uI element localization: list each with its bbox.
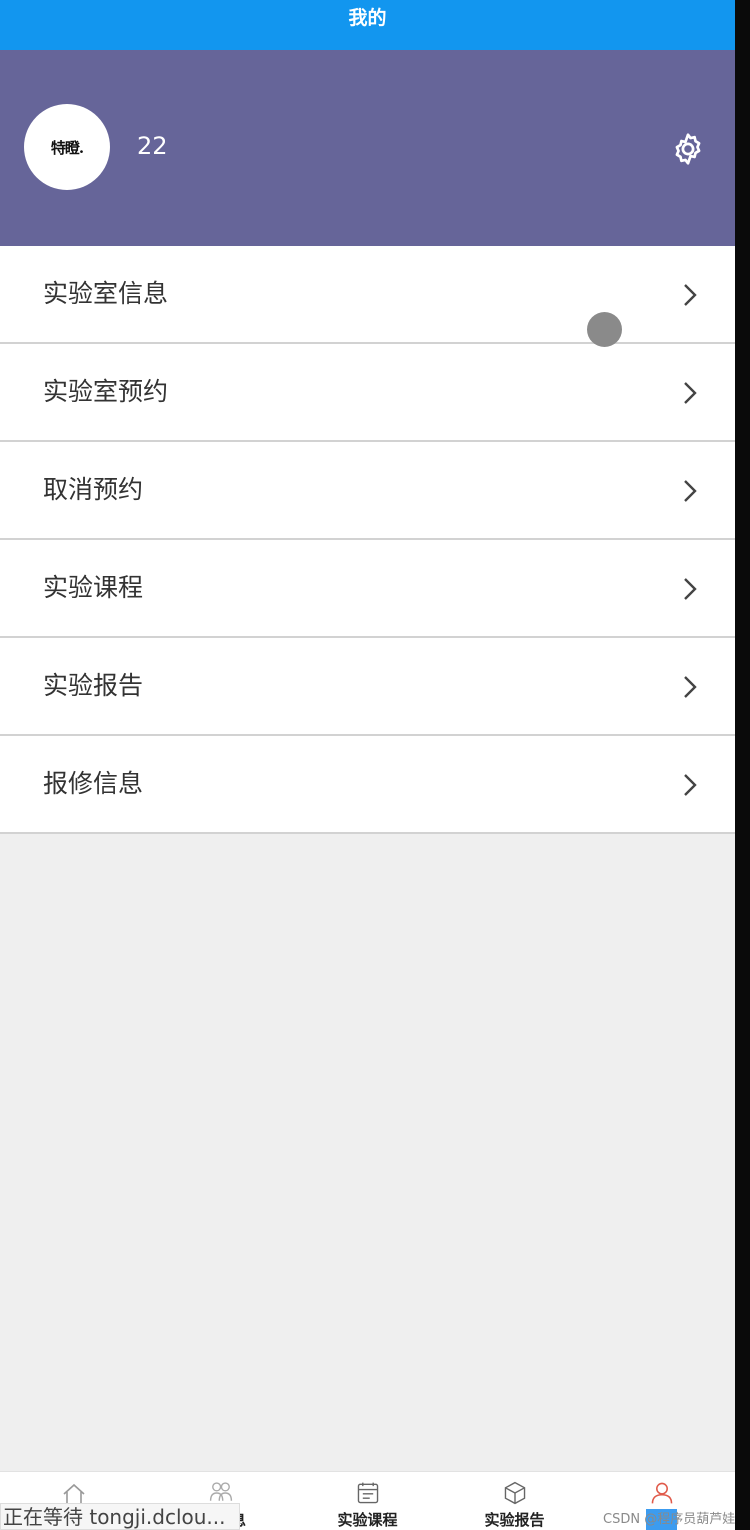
gear-icon[interactable] (670, 131, 706, 167)
nav-header: 我的 (0, 0, 735, 50)
menu-item-cancel-reservation[interactable]: 取消预约 (0, 442, 735, 540)
loading-status-bar: 正在等待 tongji.dclou... (0, 1503, 240, 1530)
chevron-right-icon (684, 676, 697, 698)
chevron-right-icon (684, 284, 697, 306)
user-icon (651, 1482, 672, 1504)
touch-indicator (587, 312, 622, 347)
profile-banner: 特瞪. 22 (0, 50, 735, 246)
avatar-signature: 特瞪. (50, 138, 84, 157)
report-icon (504, 1481, 525, 1505)
menu-item-label: 实验室预约 (43, 377, 169, 406)
username: 22 (137, 132, 168, 160)
menu-item-label: 实验课程 (43, 573, 144, 602)
avatar[interactable]: 特瞪. (24, 104, 110, 190)
screen-edge (735, 0, 750, 1530)
tab-label: 实验报告 (484, 1511, 545, 1529)
page-title: 我的 (348, 7, 387, 29)
chevron-right-icon (684, 382, 697, 404)
tab-lab-reports[interactable]: 实验报告 (441, 1472, 588, 1530)
menu-item-repair-info[interactable]: 报修信息 (0, 736, 735, 834)
tab-label: 实验课程 (337, 1511, 398, 1529)
menu-item-label: 实验报告 (43, 671, 144, 700)
chevron-right-icon (684, 578, 697, 600)
menu-item-label: 实验室信息 (43, 279, 169, 308)
menu-item-label: 报修信息 (43, 769, 144, 798)
menu-item-lab-reports[interactable]: 实验报告 (0, 638, 735, 736)
app-screen: 我的 特瞪. 22 实验室信息 实验室预约 取消预约 实验课程 实验报告 报修信… (0, 0, 735, 1530)
chevron-right-icon (684, 480, 697, 502)
loading-status-text: 正在等待 tongji.dclou... (3, 1505, 226, 1529)
menu-item-lab-courses[interactable]: 实验课程 (0, 540, 735, 638)
chevron-right-icon (684, 774, 697, 796)
watermark: CSDN @程序员葫芦娃 (603, 1512, 736, 1527)
tab-lab-courses[interactable]: 实验课程 (294, 1472, 441, 1530)
menu-item-label: 取消预约 (43, 475, 144, 504)
menu-item-lab-reservation[interactable]: 实验室预约 (0, 344, 735, 442)
menu-item-lab-info[interactable]: 实验室信息 (0, 246, 735, 344)
menu-list: 实验室信息 实验室预约 取消预约 实验课程 实验报告 报修信息 (0, 246, 735, 834)
calendar-icon (357, 1482, 378, 1504)
